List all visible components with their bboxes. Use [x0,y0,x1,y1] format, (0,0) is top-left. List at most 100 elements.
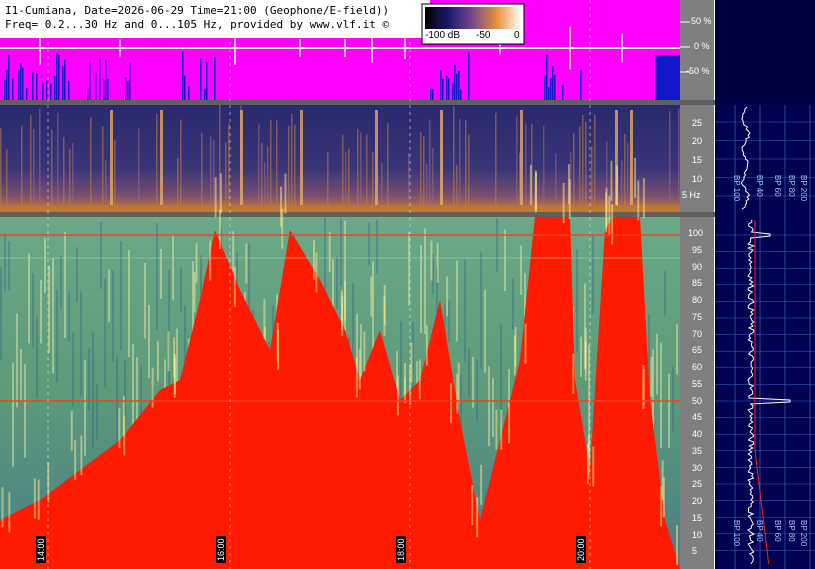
high-spectrum-fringe [513,335,516,376]
high-spectrum-fringe [634,157,637,198]
high-spectrum-fringe [328,231,331,272]
low-freq-tick: 5 Hz [682,190,701,200]
high-spectrum-texture [424,228,426,335]
high-spectrum-fringe [616,165,619,206]
bp-label: BP 60 [773,175,782,197]
high-spectrum-fringe [193,272,196,313]
bp-label: BP 80 [787,175,796,197]
high-freq-tick: 5 [692,546,698,557]
high-spectrum-texture [496,218,498,273]
waveform-bar [432,89,434,100]
high-spectrum-texture [4,234,6,292]
waveform-tick-0: 0 % [694,41,710,51]
low-spectrum-streak [585,121,587,205]
waveform-bar [62,65,64,100]
waveform-tick-minus50: -50 % [686,66,710,76]
high-spectrum-texture [336,256,338,310]
low-spectrum-streak [0,128,2,205]
time-label: 16:00 [216,536,226,563]
high-spectrum-texture [376,219,378,274]
high-spectrum-texture [32,272,34,348]
high-spectrum-texture [24,363,26,458]
high-spectrum-texture [60,256,62,308]
high-spectrum-fringe [610,160,613,201]
waveform-bar [430,88,432,100]
high-spectrum-texture [172,234,174,300]
low-spectrum-streak [525,123,527,205]
high-spectrum-texture [128,249,130,358]
waveform-bar [446,75,448,100]
waveform-bar [26,87,28,100]
low-spectrum-streak [261,142,263,205]
high-freq-tick: 40 [692,429,703,439]
low-spectrum-burst [240,110,243,205]
high-freq-tick: 85 [692,278,703,289]
high-spectrum-fringe [480,464,483,505]
low-spectrum-streak [105,160,107,205]
high-spectrum-texture [580,336,582,377]
low-spectrum-burst [110,110,113,205]
high-spectrum-fringe [535,172,538,213]
waveform-bar [18,70,20,100]
high-spectrum-fringe [456,373,459,414]
low-spectrum-streak [429,119,431,205]
low-spectrum-streak [264,161,266,205]
high-spectrum-fringe [167,331,170,372]
waveform-bar [554,74,556,100]
high-spectrum-fringe [524,323,527,364]
high-spectrum-fringe [47,462,50,503]
waveform-bar [442,78,444,100]
header-line-1: I1-Cumiana, Date=2026-06-29 Time=21:00 (… [3,4,392,17]
bp-label: BP 100 [732,520,741,547]
high-spectrum-fringe [284,173,287,214]
high-freq-tick: 60 [692,362,703,372]
high-spectrum-fringe [233,267,236,308]
waveform-bar [22,67,24,100]
low-spectrum-streak [276,120,278,205]
waveform-bar [184,75,186,100]
high-spectrum-fringe [567,164,570,205]
high-spectrum-texture [112,270,114,362]
high-spectrum-texture [44,238,46,293]
waveform-bar [188,86,190,100]
low-spectrum-streak [453,106,455,205]
low-spectrum-streak [21,125,23,205]
high-spectrum-texture [40,280,42,344]
high-spectrum-fringe [418,359,421,400]
low-spectrum-streak [366,134,368,205]
waveform-bar [99,56,101,100]
high-spectrum-fringe [195,242,198,283]
header-line-2: Freq= 0.2...30 Hz and 0...105 Hz, provid… [3,18,392,31]
high-spectrum-texture [12,362,14,467]
waveform-bar [550,77,552,100]
low-spectrum-streak [138,128,140,205]
high-freq-tick: 75 [692,311,703,322]
high-spectrum-fringe [174,354,177,395]
high-spectrum-fringe [471,485,474,526]
high-spectrum-fringe [608,195,611,236]
high-spectrum-fringe [425,325,428,366]
high-spectrum-texture [500,324,502,421]
waveform-bar [454,65,456,100]
waveform-bar [125,77,127,100]
waveform-bar [20,63,22,100]
high-spectrum-fringe [403,363,406,404]
waveform-bar [655,55,680,100]
waveform-bar [68,81,70,100]
waveform-bar [127,81,129,100]
low-spectrum-burst [300,110,303,205]
high-spectrum-fringe [396,375,399,416]
waveform-bar [204,89,206,100]
low-spectrum-streak [621,159,623,205]
waveform-bar [95,72,97,100]
waveform-bar [440,70,442,100]
time-label: 14:00 [36,536,46,563]
high-freq-tick: 15 [692,512,703,523]
high-spectrum-texture [64,231,66,339]
low-spectrum-streak [678,108,680,205]
low-spectrum-streak [594,114,596,205]
colorbar-label-max: 0 [514,30,520,41]
low-spectrum-streak [33,129,35,205]
low-spectrum-streak [225,142,227,205]
colorbar-label-mid: -50 [476,30,491,41]
